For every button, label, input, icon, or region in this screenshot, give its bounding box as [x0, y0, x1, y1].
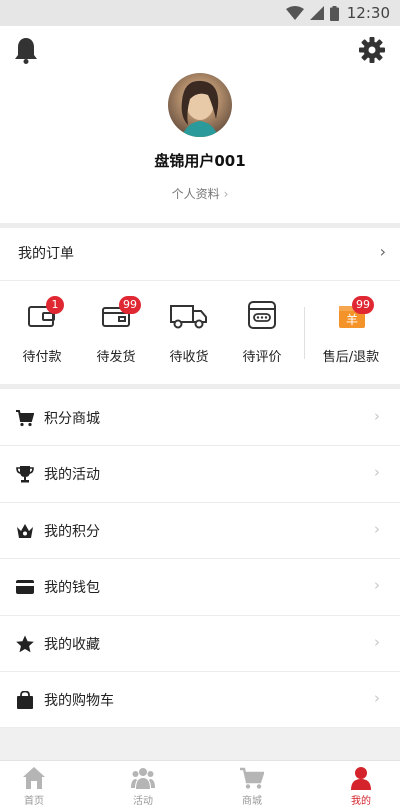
chevron-right-icon: › — [379, 242, 386, 261]
order-badge: 99 — [119, 296, 141, 314]
order-badge: 1 — [46, 296, 64, 314]
menu-points-mall[interactable]: 积分商城 › — [0, 390, 400, 446]
bottom-nav: 首页 活动 商城 我的 — [0, 760, 400, 810]
truck-icon — [170, 305, 207, 329]
menu-label: 我的购物车 — [44, 693, 114, 709]
nav-mine[interactable]: 我的 — [311, 761, 400, 810]
profile-link-label: 个人资料 — [171, 187, 220, 201]
chevron-right-icon: › — [374, 689, 380, 707]
menu-label: 我的钱包 — [44, 580, 100, 596]
chevron-right-icon: › — [374, 633, 380, 651]
group-icon — [131, 768, 155, 789]
chevron-right-icon: › — [223, 187, 229, 201]
trophy-icon — [16, 466, 34, 483]
order-separator — [304, 307, 305, 359]
battery-icon — [329, 5, 339, 21]
chevron-right-icon: › — [374, 463, 380, 481]
nav-label: 我的 — [351, 796, 371, 807]
chevron-right-icon: › — [374, 407, 380, 425]
svg-text:羊: 羊 — [346, 312, 358, 327]
bag-icon — [17, 691, 33, 709]
order-label: 待付款 — [22, 350, 62, 365]
nav-label: 首页 — [24, 796, 44, 807]
username: 盘锦用户001 — [154, 152, 246, 170]
nav-activities[interactable]: 活动 — [93, 761, 193, 810]
menu-my-wallet[interactable]: 我的钱包 › — [0, 559, 400, 615]
review-icon — [248, 301, 276, 329]
order-pending-shipment[interactable]: 99 待发货 — [81, 296, 151, 366]
menu-my-favorites[interactable]: 我的收藏 › — [0, 616, 400, 672]
order-label: 售后/退款 — [322, 350, 380, 365]
card-icon — [16, 580, 34, 594]
status-icons: 12:30 — [285, 4, 390, 22]
menu-my-cart[interactable]: 我的购物车 › — [0, 672, 400, 728]
order-label: 待收货 — [169, 350, 209, 365]
wifi-icon — [285, 6, 304, 20]
crown-icon — [17, 524, 33, 538]
user-icon — [351, 767, 371, 790]
nav-mall[interactable]: 商城 — [202, 761, 302, 810]
section-divider — [0, 384, 400, 389]
nav-home[interactable]: 首页 — [0, 761, 84, 810]
shop-cart-icon — [240, 767, 264, 789]
menu-my-points[interactable]: 我的积分 › — [0, 503, 400, 559]
nav-label: 商城 — [242, 796, 262, 807]
status-time: 12:30 — [346, 4, 390, 22]
signal-icon — [309, 6, 324, 20]
menu-label: 我的收藏 — [44, 637, 100, 653]
avatar[interactable] — [168, 73, 232, 137]
order-pending-review[interactable]: 待评价 — [227, 296, 297, 366]
chevron-right-icon: › — [374, 576, 380, 594]
gear-icon[interactable] — [359, 37, 385, 63]
order-label: 待发货 — [96, 350, 136, 365]
order-badge: 99 — [352, 296, 374, 314]
chevron-right-icon: › — [374, 520, 380, 538]
my-orders-title: 我的订单 — [18, 246, 74, 262]
home-icon — [23, 767, 45, 789]
nav-label: 活动 — [133, 796, 153, 807]
my-orders-row[interactable]: 我的订单 › — [0, 228, 400, 278]
avatar-photo — [181, 80, 219, 137]
order-pending-receipt[interactable]: 待收货 — [154, 296, 224, 366]
status-bar: 12:30 — [0, 0, 400, 26]
order-label: 待评价 — [242, 350, 282, 365]
star-icon — [16, 635, 34, 653]
menu-label: 我的活动 — [44, 467, 100, 483]
cart-icon — [16, 410, 34, 427]
order-refund[interactable]: 羊 99 售后/退款 — [315, 296, 387, 366]
menu-label: 我的积分 — [44, 524, 100, 540]
menu-label: 积分商城 — [44, 411, 100, 427]
menu-my-activities[interactable]: 我的活动 › — [0, 446, 400, 502]
page-background-fill — [0, 728, 400, 760]
profile-link[interactable]: 个人资料 › — [0, 185, 400, 202]
divider — [0, 280, 400, 281]
order-pending-payment[interactable]: 1 待付款 — [7, 296, 77, 366]
bell-icon[interactable] — [14, 36, 38, 64]
